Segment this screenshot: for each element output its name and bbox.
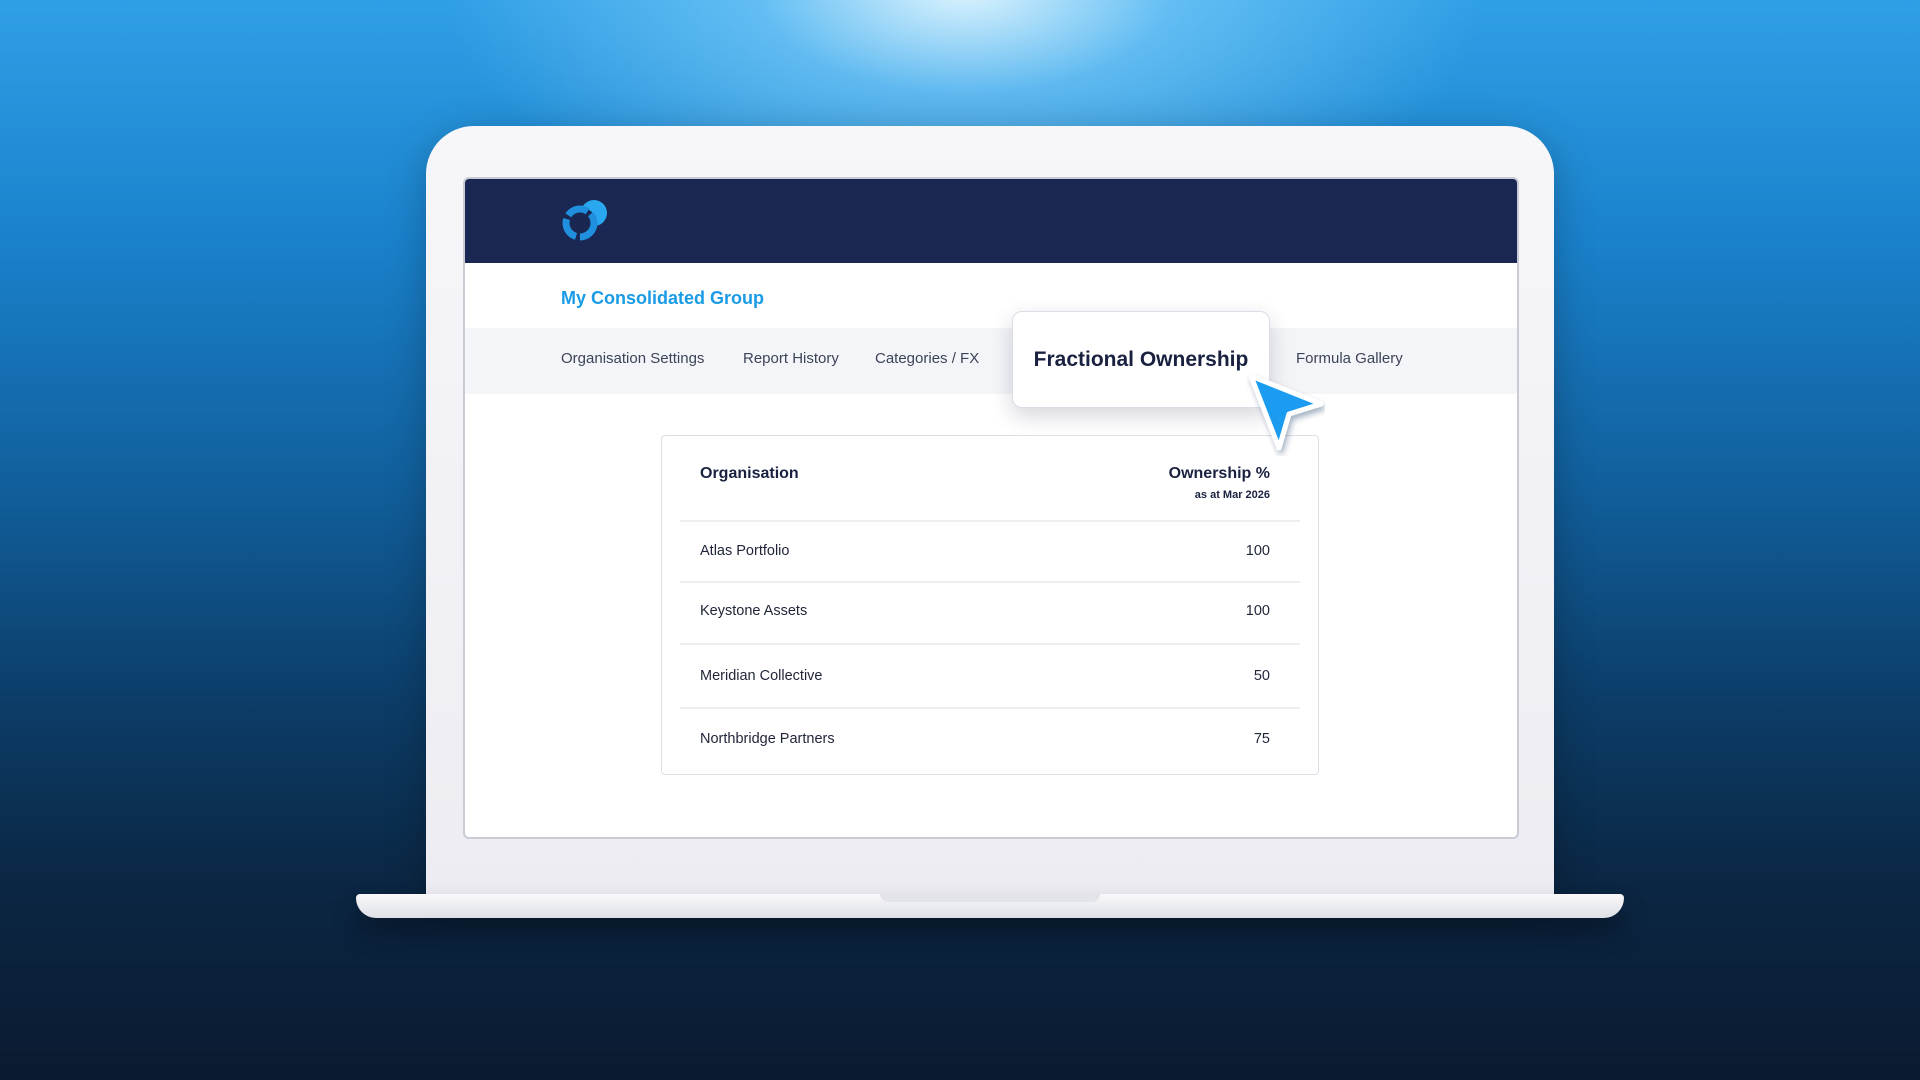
table-row-organisation: Keystone Assets (700, 603, 808, 619)
pointer-cursor-icon (1248, 373, 1324, 451)
row-divider (680, 581, 1300, 583)
tab-fractional-ownership[interactable]: Fractional Ownership (1012, 311, 1270, 408)
table-row-organisation: Northbridge Partners (700, 731, 835, 747)
table-row-ownership: 75 (1253, 731, 1270, 747)
table-row-organisation: Atlas Portfolio (700, 543, 790, 559)
app-window: My Consolidated Group Organisation Setti… (463, 177, 1519, 839)
table-row-ownership: 100 (1245, 543, 1270, 559)
row-divider (680, 707, 1300, 709)
top-bar (465, 179, 1517, 263)
row-divider (680, 520, 1300, 522)
tab-categories-fx[interactable]: Categories / FX (875, 350, 979, 367)
laptop-notch (880, 894, 1100, 902)
page-title: My Consolidated Group (561, 288, 765, 308)
column-header-organisation: Organisation (700, 465, 799, 482)
row-divider (680, 643, 1300, 645)
ownership-table: Organisation Ownership % as at Mar 2026 … (661, 435, 1319, 775)
tab-report-history[interactable]: Report History (743, 350, 839, 367)
table-row-ownership: 100 (1245, 603, 1270, 619)
column-header-ownership-date: as at Mar 2026 (1194, 489, 1270, 501)
column-header-ownership: Ownership % (1168, 465, 1270, 482)
tab-organisation-settings[interactable]: Organisation Settings (561, 350, 704, 367)
table-row-ownership: 50 (1253, 668, 1270, 684)
tab-formula-gallery[interactable]: Formula Gallery (1296, 350, 1403, 367)
table-row-organisation: Meridian Collective (700, 668, 823, 684)
app-logo-icon[interactable] (560, 198, 612, 242)
